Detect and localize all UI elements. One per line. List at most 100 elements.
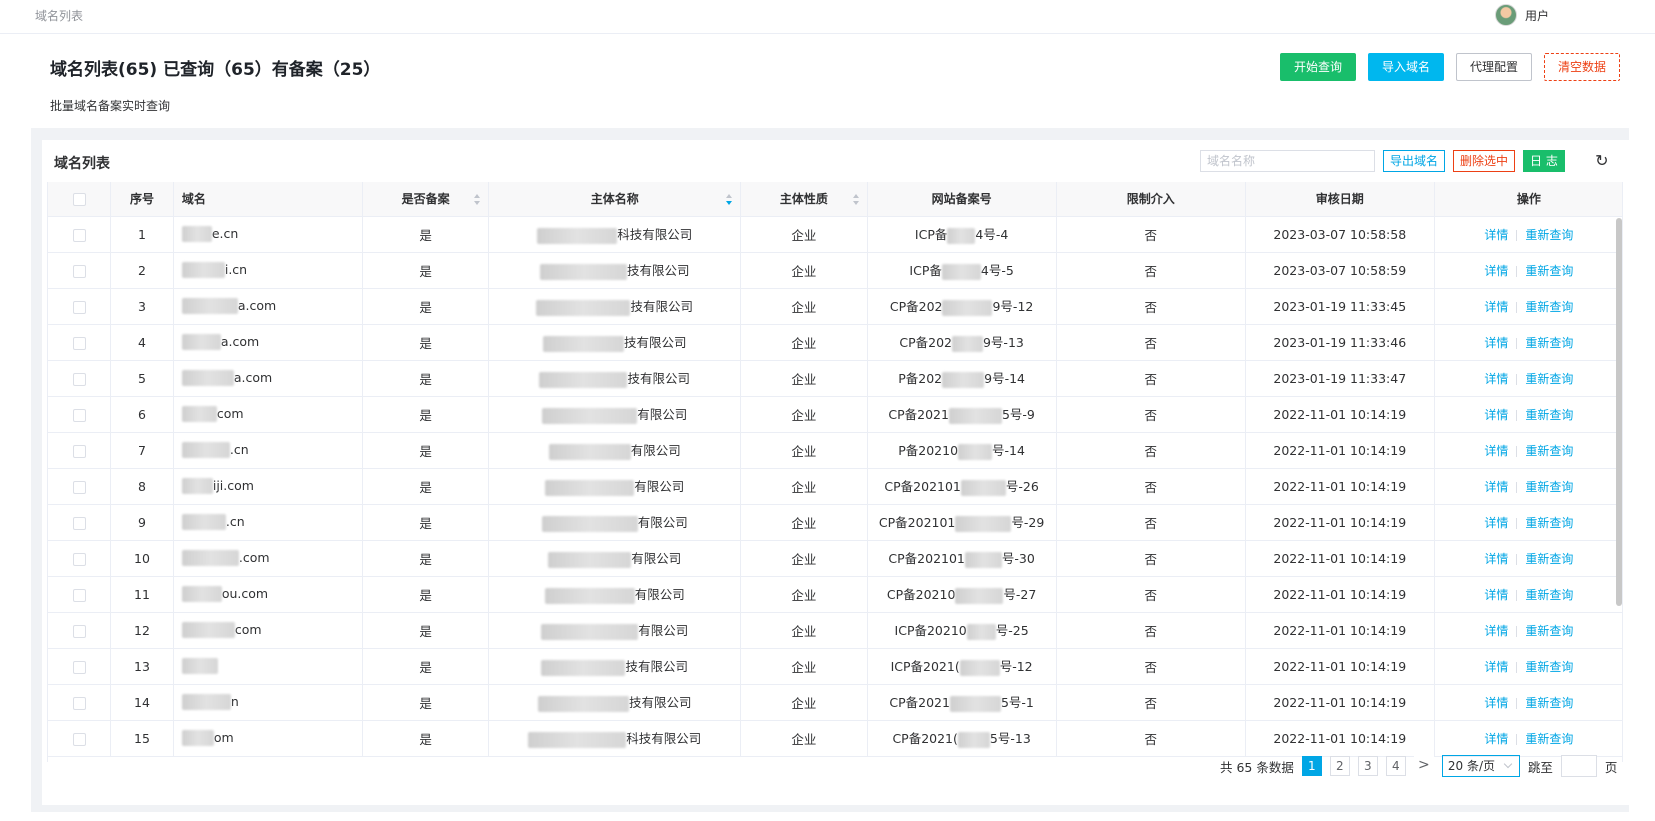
requery-link[interactable]: 重新查询 bbox=[1525, 660, 1573, 674]
row-checkbox[interactable] bbox=[72, 696, 86, 710]
clear-data-button[interactable]: 清空数据 bbox=[1544, 53, 1621, 81]
page-size-select[interactable]: 20 条/页 bbox=[1441, 755, 1520, 777]
row-checkbox[interactable] bbox=[72, 228, 86, 242]
detail-link[interactable]: 详情 bbox=[1484, 228, 1508, 242]
requery-link[interactable]: 重新查询 bbox=[1525, 444, 1573, 458]
row-icp: CP备202 9号-13 bbox=[867, 324, 1057, 361]
row-icp-suffix: 5号-1 bbox=[1000, 695, 1034, 711]
detail-link[interactable]: 详情 bbox=[1484, 624, 1508, 638]
row-checkbox-cell[interactable] bbox=[48, 648, 112, 685]
requery-link[interactable]: 重新查询 bbox=[1525, 732, 1573, 746]
page-2[interactable]: 2 bbox=[1329, 756, 1350, 776]
detail-link[interactable]: 详情 bbox=[1484, 660, 1508, 674]
detail-link[interactable]: 详情 bbox=[1484, 516, 1508, 530]
row-checkbox-cell[interactable] bbox=[48, 324, 112, 361]
row-checkbox[interactable] bbox=[72, 588, 86, 602]
requery-link[interactable]: 重新查询 bbox=[1525, 516, 1573, 530]
row-entity: 科技有限公司 bbox=[488, 216, 742, 253]
row-checkbox-cell[interactable] bbox=[48, 252, 112, 289]
row-checkbox-cell[interactable] bbox=[48, 360, 112, 397]
detail-link[interactable]: 详情 bbox=[1484, 264, 1508, 278]
refresh-icon[interactable]: ↻ bbox=[1593, 152, 1611, 170]
requery-link[interactable]: 重新查询 bbox=[1525, 372, 1573, 386]
row-checkbox[interactable] bbox=[72, 480, 86, 494]
row-checkbox[interactable] bbox=[72, 408, 86, 422]
redaction-mask bbox=[548, 443, 631, 460]
requery-link[interactable]: 重新查询 bbox=[1525, 480, 1573, 494]
column-header-entity[interactable]: 主体名称 bbox=[488, 182, 742, 217]
row-domain-text: om bbox=[213, 729, 234, 745]
requery-link[interactable]: 重新查询 bbox=[1525, 552, 1573, 566]
requery-link[interactable]: 重新查询 bbox=[1525, 264, 1573, 278]
row-checkbox-cell[interactable] bbox=[48, 216, 112, 253]
row-checkbox-cell[interactable] bbox=[48, 468, 112, 505]
row-checkbox-cell[interactable] bbox=[48, 612, 112, 649]
row-checkbox[interactable] bbox=[72, 624, 86, 638]
export-domain-button[interactable]: 导出域名 bbox=[1383, 150, 1446, 172]
row-checkbox[interactable] bbox=[72, 516, 86, 530]
row-checkbox-cell[interactable] bbox=[48, 576, 112, 613]
sort-icon[interactable] bbox=[474, 194, 481, 205]
requery-link[interactable]: 重新查询 bbox=[1525, 408, 1573, 422]
row-domain: .cn bbox=[173, 504, 363, 541]
proxy-config-button[interactable]: 代理配置 bbox=[1456, 53, 1533, 81]
detail-link[interactable]: 详情 bbox=[1484, 444, 1508, 458]
row-checkbox[interactable] bbox=[72, 732, 86, 746]
user-name[interactable]: 用户 bbox=[1525, 7, 1549, 24]
column-header-nature[interactable]: 主体性质 bbox=[740, 182, 868, 217]
detail-link[interactable]: 详情 bbox=[1484, 552, 1508, 566]
requery-link[interactable]: 重新查询 bbox=[1525, 336, 1573, 350]
row-checkbox-cell[interactable] bbox=[48, 288, 112, 325]
sort-icon[interactable] bbox=[726, 194, 733, 205]
divider bbox=[1516, 697, 1518, 709]
row-checkbox-cell[interactable] bbox=[48, 720, 112, 757]
row-checkbox[interactable] bbox=[72, 264, 86, 278]
page-4[interactable]: 4 bbox=[1385, 756, 1406, 776]
row-checkbox-cell[interactable] bbox=[48, 504, 112, 541]
detail-link[interactable]: 详情 bbox=[1484, 372, 1508, 386]
row-nature: 企业 bbox=[740, 648, 868, 685]
row-checkbox-cell[interactable] bbox=[48, 540, 112, 577]
select-all-checkbox-cell[interactable] bbox=[48, 182, 112, 217]
row-checkbox[interactable] bbox=[72, 336, 86, 350]
row-checkbox-cell[interactable] bbox=[48, 684, 112, 721]
import-domain-button[interactable]: 导入域名 bbox=[1368, 53, 1445, 81]
row-checkbox[interactable] bbox=[72, 444, 86, 458]
row-checkbox-cell[interactable] bbox=[48, 396, 112, 433]
detail-link[interactable]: 详情 bbox=[1484, 732, 1508, 746]
row-checkbox[interactable] bbox=[72, 372, 86, 386]
detail-link[interactable]: 详情 bbox=[1484, 588, 1508, 602]
row-checkbox[interactable] bbox=[72, 300, 86, 314]
requery-link[interactable]: 重新查询 bbox=[1525, 624, 1573, 638]
requery-link[interactable]: 重新查询 bbox=[1525, 300, 1573, 314]
breadcrumb[interactable]: 域名列表 bbox=[35, 7, 83, 24]
redaction-mask bbox=[181, 334, 221, 351]
domain-search-input[interactable] bbox=[1200, 150, 1375, 172]
row-restrict: 否 bbox=[1056, 396, 1246, 433]
row-checkbox-cell[interactable] bbox=[48, 432, 112, 469]
delete-selected-button[interactable]: 删除选中 bbox=[1453, 150, 1516, 172]
jump-page-input[interactable] bbox=[1560, 755, 1597, 777]
detail-link[interactable]: 详情 bbox=[1484, 696, 1508, 710]
requery-link[interactable]: 重新查询 bbox=[1525, 696, 1573, 710]
next-page-button[interactable]: > bbox=[1413, 756, 1434, 776]
detail-link[interactable]: 详情 bbox=[1484, 480, 1508, 494]
requery-link[interactable]: 重新查询 bbox=[1525, 228, 1573, 242]
table-scrollbar[interactable] bbox=[1616, 218, 1622, 606]
page-3[interactable]: 3 bbox=[1357, 756, 1378, 776]
row-checkbox[interactable] bbox=[72, 660, 86, 674]
page-1[interactable]: 1 bbox=[1301, 756, 1322, 776]
sort-icon[interactable] bbox=[852, 194, 859, 205]
log-button[interactable]: 日 志 bbox=[1523, 150, 1565, 172]
select-all-checkbox[interactable] bbox=[72, 192, 86, 206]
start-query-button[interactable]: 开始查询 bbox=[1280, 53, 1357, 81]
avatar[interactable] bbox=[1495, 4, 1517, 26]
detail-link[interactable]: 详情 bbox=[1484, 408, 1508, 422]
user-menu[interactable]: 用户 bbox=[1495, 4, 1549, 26]
column-header-filed[interactable]: 是否备案 bbox=[362, 182, 490, 217]
row-checkbox[interactable] bbox=[72, 552, 86, 566]
requery-link[interactable]: 重新查询 bbox=[1525, 588, 1573, 602]
detail-link[interactable]: 详情 bbox=[1484, 300, 1508, 314]
detail-link[interactable]: 详情 bbox=[1484, 336, 1508, 350]
row-entity-text: 技有限公司 bbox=[623, 335, 687, 351]
